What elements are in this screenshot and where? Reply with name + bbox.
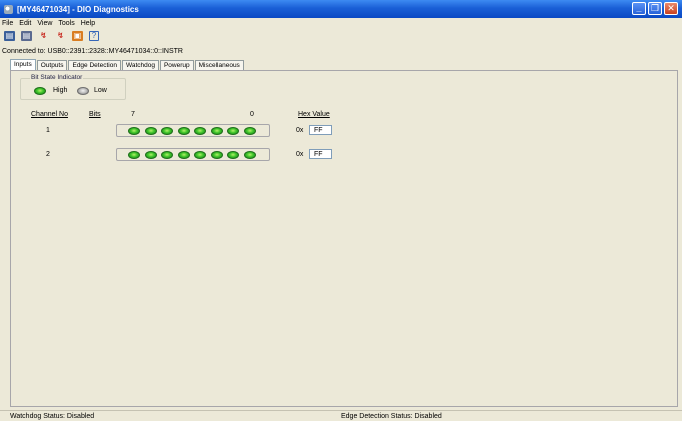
bit-3-led-icon [194, 150, 207, 159]
led-high-icon [34, 87, 46, 95]
tab-edge-detection[interactable]: Edge Detection [68, 60, 121, 70]
tab-outputs[interactable]: Outputs [36, 60, 68, 70]
window-title: [MY46471034] - DIO Diagnostics [17, 4, 139, 14]
channel-1-hex-value: FF [309, 125, 332, 135]
channel-2-hex-value: FF [309, 149, 332, 159]
channel-2-leds [116, 148, 270, 161]
maximize-button[interactable]: ❐ [648, 2, 662, 15]
watchdog-status: Watchdog Status: Disabled [10, 413, 95, 420]
app-icon[interactable] [4, 4, 13, 14]
tab-inputs[interactable]: Inputs [10, 59, 36, 70]
tab-powerup[interactable]: Powerup [159, 60, 194, 70]
led-low-icon [77, 87, 89, 95]
status-bar: Watchdog Status: Disabled Edge Detection… [0, 410, 682, 421]
connection-status: Connected to: USB0::2391::2328::MY464710… [2, 48, 183, 55]
bit-7-led-icon [128, 126, 140, 135]
save-icon[interactable]: ▣ [72, 31, 83, 41]
edge-detection-status: Edge Detection Status: Disabled [341, 413, 442, 420]
close-button[interactable]: ✕ [664, 2, 678, 15]
title-bar[interactable]: [MY46471034] - DIO Diagnostics _ ❐ ✕ [0, 0, 682, 18]
channel-1-leds [116, 124, 270, 137]
bit-7-led-icon [128, 150, 140, 159]
channel-1-number: 1 [46, 127, 50, 134]
menu-bar: File Edit View Tools Help [0, 18, 682, 28]
menu-tools[interactable]: Tools [58, 20, 74, 27]
tab-strip: Inputs Outputs Edge Detection Watchdog P… [10, 59, 245, 70]
channel-2-number: 2 [46, 151, 50, 158]
bit-1-led-icon [227, 150, 240, 159]
bit-0-led-icon [243, 150, 256, 159]
bit-5-led-icon [161, 126, 174, 135]
bit-5-led-icon [161, 150, 174, 159]
bit-2-led-icon [210, 150, 223, 159]
bit-1-led-icon [227, 126, 240, 135]
channel-2-hex-prefix: 0x [296, 151, 304, 158]
menu-view[interactable]: View [37, 20, 52, 27]
bit-3-led-icon [194, 126, 207, 135]
menu-edit[interactable]: Edit [19, 20, 31, 27]
high-label: High [53, 87, 68, 94]
inputs-panel [10, 70, 678, 407]
open-device-icon[interactable]: ▤ [4, 31, 15, 41]
bit-state-indicator-title: Bit State Indicator [30, 74, 84, 81]
low-label: Low [94, 87, 107, 94]
header-bit-7: 7 [131, 111, 135, 118]
red-disconnect-icon[interactable]: ↯ [55, 31, 66, 41]
close-device-icon[interactable]: ▤ [21, 31, 32, 41]
window-controls: _ ❐ ✕ [632, 2, 678, 15]
menu-file[interactable]: File [2, 20, 13, 27]
menu-help[interactable]: Help [81, 20, 95, 27]
red-connect-icon[interactable]: ↯ [38, 31, 49, 41]
bit-6-led-icon [144, 150, 157, 159]
help-icon[interactable]: ? [89, 31, 99, 41]
toolbar: ▤ ▤ ↯ ↯ ▣ ? [0, 29, 99, 43]
bit-4-led-icon [177, 150, 190, 159]
header-bit-0: 0 [250, 111, 254, 118]
tab-watchdog[interactable]: Watchdog [121, 60, 159, 70]
header-channel-no: Channel No [31, 111, 68, 118]
bit-0-led-icon [243, 126, 256, 135]
channel-1-hex-prefix: 0x [296, 127, 304, 134]
bit-6-led-icon [144, 126, 157, 135]
bit-4-led-icon [177, 126, 190, 135]
header-bits: Bits [89, 111, 101, 118]
header-hex-value: Hex Value [298, 111, 330, 118]
tab-miscellaneous[interactable]: Miscellaneous [194, 60, 244, 70]
bit-2-led-icon [210, 126, 223, 135]
minimize-button[interactable]: _ [632, 2, 646, 15]
